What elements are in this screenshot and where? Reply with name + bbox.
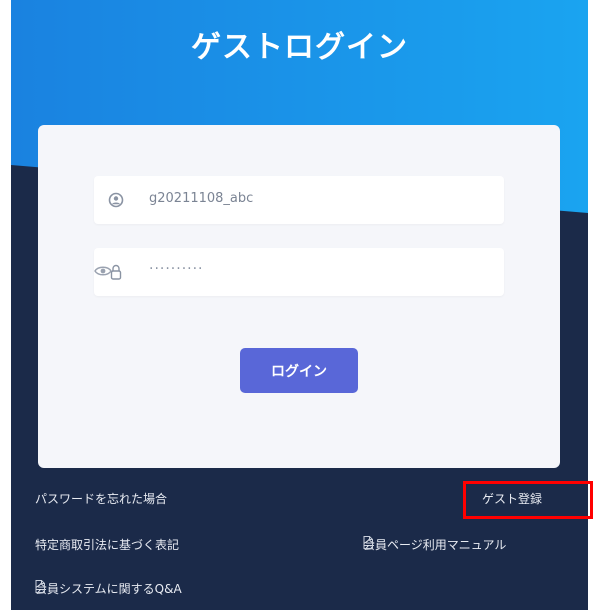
password-value: ·········· — [149, 261, 204, 277]
document-icon — [35, 580, 45, 593]
member-qa-link[interactable]: 会員システムに関するQ&A — [35, 580, 182, 597]
login-button[interactable]: ログイン — [240, 348, 358, 393]
user-icon — [108, 192, 124, 208]
password-field[interactable]: ·········· — [94, 248, 504, 296]
document-icon — [363, 536, 373, 549]
forgot-password-link[interactable]: パスワードを忘れた場合 — [35, 490, 167, 507]
username-field[interactable]: g20211108_abc — [94, 176, 504, 224]
guest-register-highlight-box — [463, 481, 593, 519]
member-qa-label: 会員システムに関するQ&A — [35, 582, 182, 596]
show-password-eye-icon[interactable] — [94, 264, 112, 278]
login-screen: ゲストログイン g20211108_abc ·········· ログイン パス… — [0, 0, 598, 610]
member-manual-label: 会員ページ利用マニュアル — [363, 538, 507, 552]
login-card: g20211108_abc ·········· ログイン — [38, 125, 560, 468]
username-value: g20211108_abc — [149, 191, 254, 206]
commercial-law-link[interactable]: 特定商取引法に基づく表記 — [35, 536, 179, 553]
member-manual-link[interactable]: 会員ページ利用マニュアル — [363, 536, 506, 553]
page-title: ゲストログイン — [191, 30, 408, 65]
